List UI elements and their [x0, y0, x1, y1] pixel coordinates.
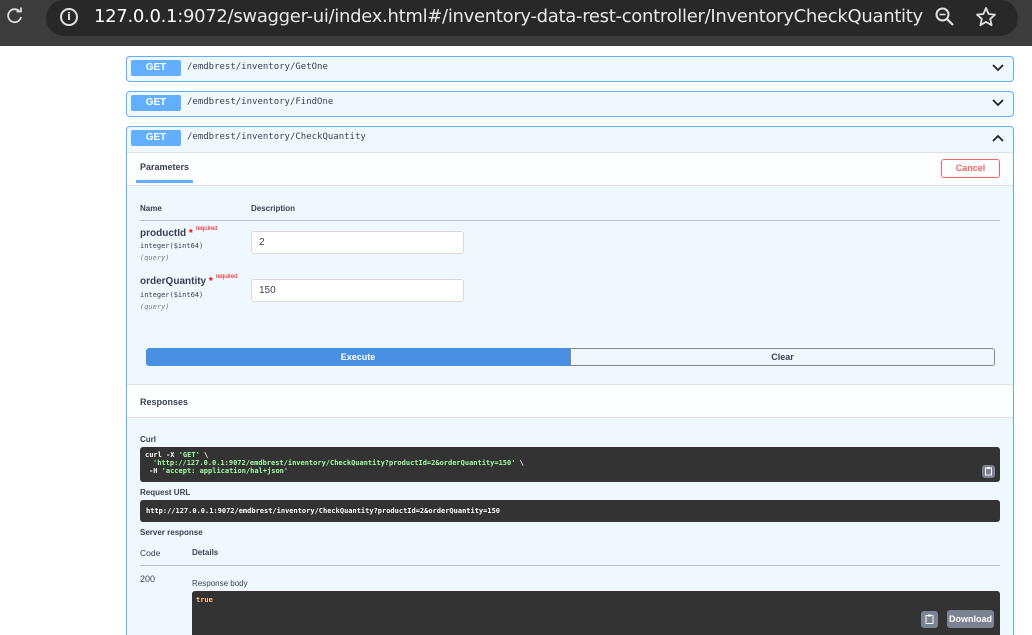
- curl-text: -H: [149, 467, 162, 475]
- curl-text: curl -X: [145, 451, 179, 459]
- param-name-text: orderQuantity: [140, 276, 207, 287]
- chevron-up-icon[interactable]: [991, 132, 1005, 144]
- parameters-header: Parameters Cancel: [127, 152, 1013, 186]
- address-bar[interactable]: i 127.0.0.1:9072/swagger-ui/index.html#/…: [46, 0, 1018, 36]
- operation-path: /emdbrest/inventory/GetOne: [187, 62, 328, 72]
- responses-title: Responses: [140, 397, 189, 407]
- column-details-header: Details: [192, 548, 219, 557]
- operation-summary[interactable]: GET /emdbrest/inventory/FindOne: [127, 92, 1013, 116]
- operation-getone[interactable]: GET /emdbrest/inventory/GetOne: [126, 56, 1014, 82]
- request-url-block: http://127.0.0.1:9072/emdbrest/inventory…: [140, 500, 1000, 522]
- tab-parameters[interactable]: Parameters: [140, 162, 189, 172]
- browser-toolbar: i 127.0.0.1:9072/swagger-ui/index.html#/…: [0, 0, 1032, 46]
- productid-input[interactable]: [251, 231, 464, 254]
- request-url-label: Request URL: [140, 488, 191, 497]
- curl-line: -H 'accept: application/hal+json': [145, 467, 995, 475]
- clear-button[interactable]: Clear: [570, 348, 995, 366]
- column-code-header: Code: [140, 548, 161, 558]
- operation-path: /emdbrest/inventory/FindOne: [187, 97, 334, 107]
- curl-text: \: [515, 459, 524, 467]
- method-badge: GET: [131, 130, 181, 146]
- param-location: (query): [140, 254, 170, 262]
- copy-icon[interactable]: [921, 611, 938, 628]
- address-url[interactable]: 127.0.0.1:9072/swagger-ui/index.html#/in…: [94, 6, 923, 27]
- operation-summary[interactable]: GET /emdbrest/inventory/GetOne: [127, 57, 1013, 81]
- curl-block: curl -X 'GET' \ 'http://127.0.0.1:9072/e…: [140, 447, 1000, 482]
- chevron-down-icon[interactable]: [991, 97, 1005, 109]
- url-host: 127.0.0.1: [94, 6, 178, 27]
- method-badge: GET: [131, 95, 181, 111]
- bookmark-star-icon[interactable]: [975, 6, 997, 28]
- curl-string: 'accept: application/hal+json': [161, 467, 289, 475]
- zoom-icon[interactable]: [934, 6, 956, 28]
- param-name: productId * required: [140, 226, 218, 239]
- column-name-header: Name: [140, 204, 162, 213]
- divider: [140, 220, 1000, 221]
- curl-line: curl -X 'GET' \: [145, 451, 995, 459]
- operation-checkquantity: GET /emdbrest/inventory/CheckQuantity Pa…: [126, 126, 1014, 635]
- operation-body: Parameters Cancel Name Description produ…: [127, 152, 1013, 635]
- responses-header: Responses: [127, 384, 1013, 418]
- reload-icon[interactable]: [6, 7, 26, 27]
- curl-string: 'http://127.0.0.1:9072/emdbrest/inventor…: [153, 459, 516, 467]
- divider: [140, 565, 1000, 566]
- param-type: integer($int64): [140, 291, 204, 299]
- response-body-label: Response body: [192, 579, 248, 588]
- info-icon[interactable]: i: [60, 8, 78, 26]
- download-button[interactable]: Download: [947, 610, 994, 628]
- copy-icon[interactable]: [982, 465, 995, 478]
- required-star: *: [208, 276, 213, 287]
- orderquantity-input[interactable]: [251, 279, 464, 302]
- operation-findone[interactable]: GET /emdbrest/inventory/FindOne: [126, 91, 1014, 117]
- required-label: required: [215, 274, 238, 280]
- url-path: :9072/swagger-ui/index.html#/inventory-d…: [177, 6, 923, 27]
- operation-path: /emdbrest/inventory/CheckQuantity: [187, 132, 366, 142]
- execute-button[interactable]: Execute: [146, 348, 570, 366]
- chevron-down-icon[interactable]: [991, 62, 1005, 74]
- curl-label: Curl: [140, 435, 156, 444]
- param-name: orderQuantity * required: [140, 274, 238, 287]
- curl-text: \: [199, 451, 209, 459]
- cancel-button[interactable]: Cancel: [941, 159, 1000, 178]
- response-body-value: true: [196, 596, 213, 604]
- curl-line: 'http://127.0.0.1:9072/emdbrest/inventor…: [145, 459, 995, 467]
- curl-string: 'GET': [178, 451, 200, 459]
- response-body-block: true Download: [192, 591, 1000, 635]
- param-location: (query): [140, 303, 170, 311]
- response-code: 200: [140, 574, 156, 584]
- operation-summary[interactable]: GET /emdbrest/inventory/CheckQuantity: [127, 127, 1013, 151]
- required-star: *: [188, 228, 193, 239]
- method-badge: GET: [131, 60, 181, 76]
- server-response-label: Server response: [140, 528, 203, 537]
- param-name-text: productId: [140, 228, 187, 239]
- required-label: required: [195, 226, 218, 232]
- tab-underline: [136, 180, 193, 183]
- column-description-header: Description: [251, 204, 296, 213]
- param-type: integer($int64): [140, 242, 204, 250]
